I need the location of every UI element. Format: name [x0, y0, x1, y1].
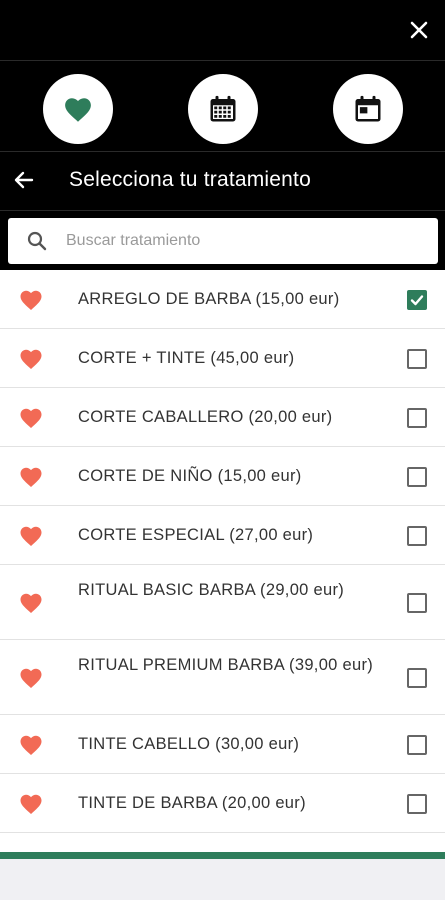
treatment-row[interactable]: CORTE CABALLERO (20,00 eur): [0, 388, 445, 447]
favorite-heart-icon[interactable]: [19, 793, 43, 815]
treatment-row[interactable]: RITUAL PREMIUM BARBA (39,00 eur): [0, 640, 445, 715]
treatment-label: CORTE ESPECIAL (27,00 eur): [78, 526, 314, 544]
treatment-label: CORTE DE NIÑO (15,00 eur): [78, 467, 302, 485]
treatment-label: TINTE DE BARBA (20,00 eur): [78, 794, 306, 812]
treatment-row[interactable]: ARREGLO DE BARBA (15,00 eur): [0, 270, 445, 329]
top-bar: [0, 0, 445, 60]
treatment-checkbox[interactable]: [407, 466, 427, 487]
search-input[interactable]: [66, 232, 396, 250]
treatment-list: ARREGLO DE BARBA (15,00 eur) CORTE + TINT…: [0, 270, 445, 852]
search-section: [0, 211, 445, 269]
treatment-label: RITUAL BASIC BARBA (29,00 eur): [78, 580, 345, 599]
treatment-checkbox[interactable]: [407, 348, 427, 369]
bottom-area: [0, 859, 445, 900]
treatment-label: TINTE CABELLO (30,00 eur): [78, 735, 300, 753]
quick-actions-row: [0, 61, 445, 151]
treatment-row[interactable]: RITUAL BASIC BARBA (29,00 eur): [0, 565, 445, 640]
arrow-left-icon: [14, 171, 34, 189]
accent-bar: [0, 852, 445, 859]
treatment-label: CORTE CABALLERO (20,00 eur): [78, 408, 333, 426]
treatment-label: CORTE + TINTE (45,00 eur): [78, 349, 295, 367]
treatment-row[interactable]: CORTE + TINTE (45,00 eur): [0, 329, 445, 388]
favorite-heart-icon[interactable]: [19, 525, 43, 547]
title-bar: Selecciona tu tratamiento: [0, 152, 445, 210]
treatment-row[interactable]: CORTE ESPECIAL (27,00 eur): [0, 506, 445, 565]
heart-icon: [65, 97, 91, 122]
back-button[interactable]: [10, 166, 38, 194]
treatment-checkbox[interactable]: [407, 289, 427, 310]
search-icon: [26, 230, 48, 252]
treatment-label: RITUAL PREMIUM BARBA (39,00 eur): [78, 655, 374, 674]
favorite-heart-icon[interactable]: [19, 289, 43, 311]
favorite-heart-icon[interactable]: [19, 407, 43, 429]
calendar-day-icon: [355, 95, 381, 122]
favorite-heart-icon[interactable]: [19, 466, 43, 488]
favorite-heart-icon[interactable]: [19, 734, 43, 756]
close-button[interactable]: [407, 18, 431, 42]
treatment-checkbox[interactable]: [407, 592, 427, 613]
search-box[interactable]: [8, 218, 438, 264]
close-icon: [410, 21, 428, 39]
treatment-checkbox[interactable]: [407, 525, 427, 546]
favorite-heart-icon[interactable]: [19, 348, 43, 370]
favorite-heart-icon[interactable]: [19, 667, 43, 689]
treatment-checkbox[interactable]: [407, 793, 427, 814]
treatment-checkbox[interactable]: [407, 667, 427, 688]
treatment-row[interactable]: TINTE DE BARBA (20,00 eur): [0, 774, 445, 833]
calendar-grid-icon: [210, 95, 236, 122]
treatment-row[interactable]: CORTE DE NIÑO (15,00 eur): [0, 447, 445, 506]
treatment-checkbox[interactable]: [407, 734, 427, 755]
treatment-checkbox[interactable]: [407, 407, 427, 428]
calendar-grid-button[interactable]: [188, 74, 258, 144]
page-title: Selecciona tu tratamiento: [69, 168, 311, 191]
check-icon: [410, 294, 424, 305]
treatment-label: ARREGLO DE BARBA (15,00 eur): [78, 290, 340, 308]
favorites-button[interactable]: [43, 74, 113, 144]
favorite-heart-icon[interactable]: [19, 592, 43, 614]
calendar-day-button[interactable]: [333, 74, 403, 144]
treatment-row[interactable]: TINTE CABELLO (30,00 eur): [0, 715, 445, 774]
